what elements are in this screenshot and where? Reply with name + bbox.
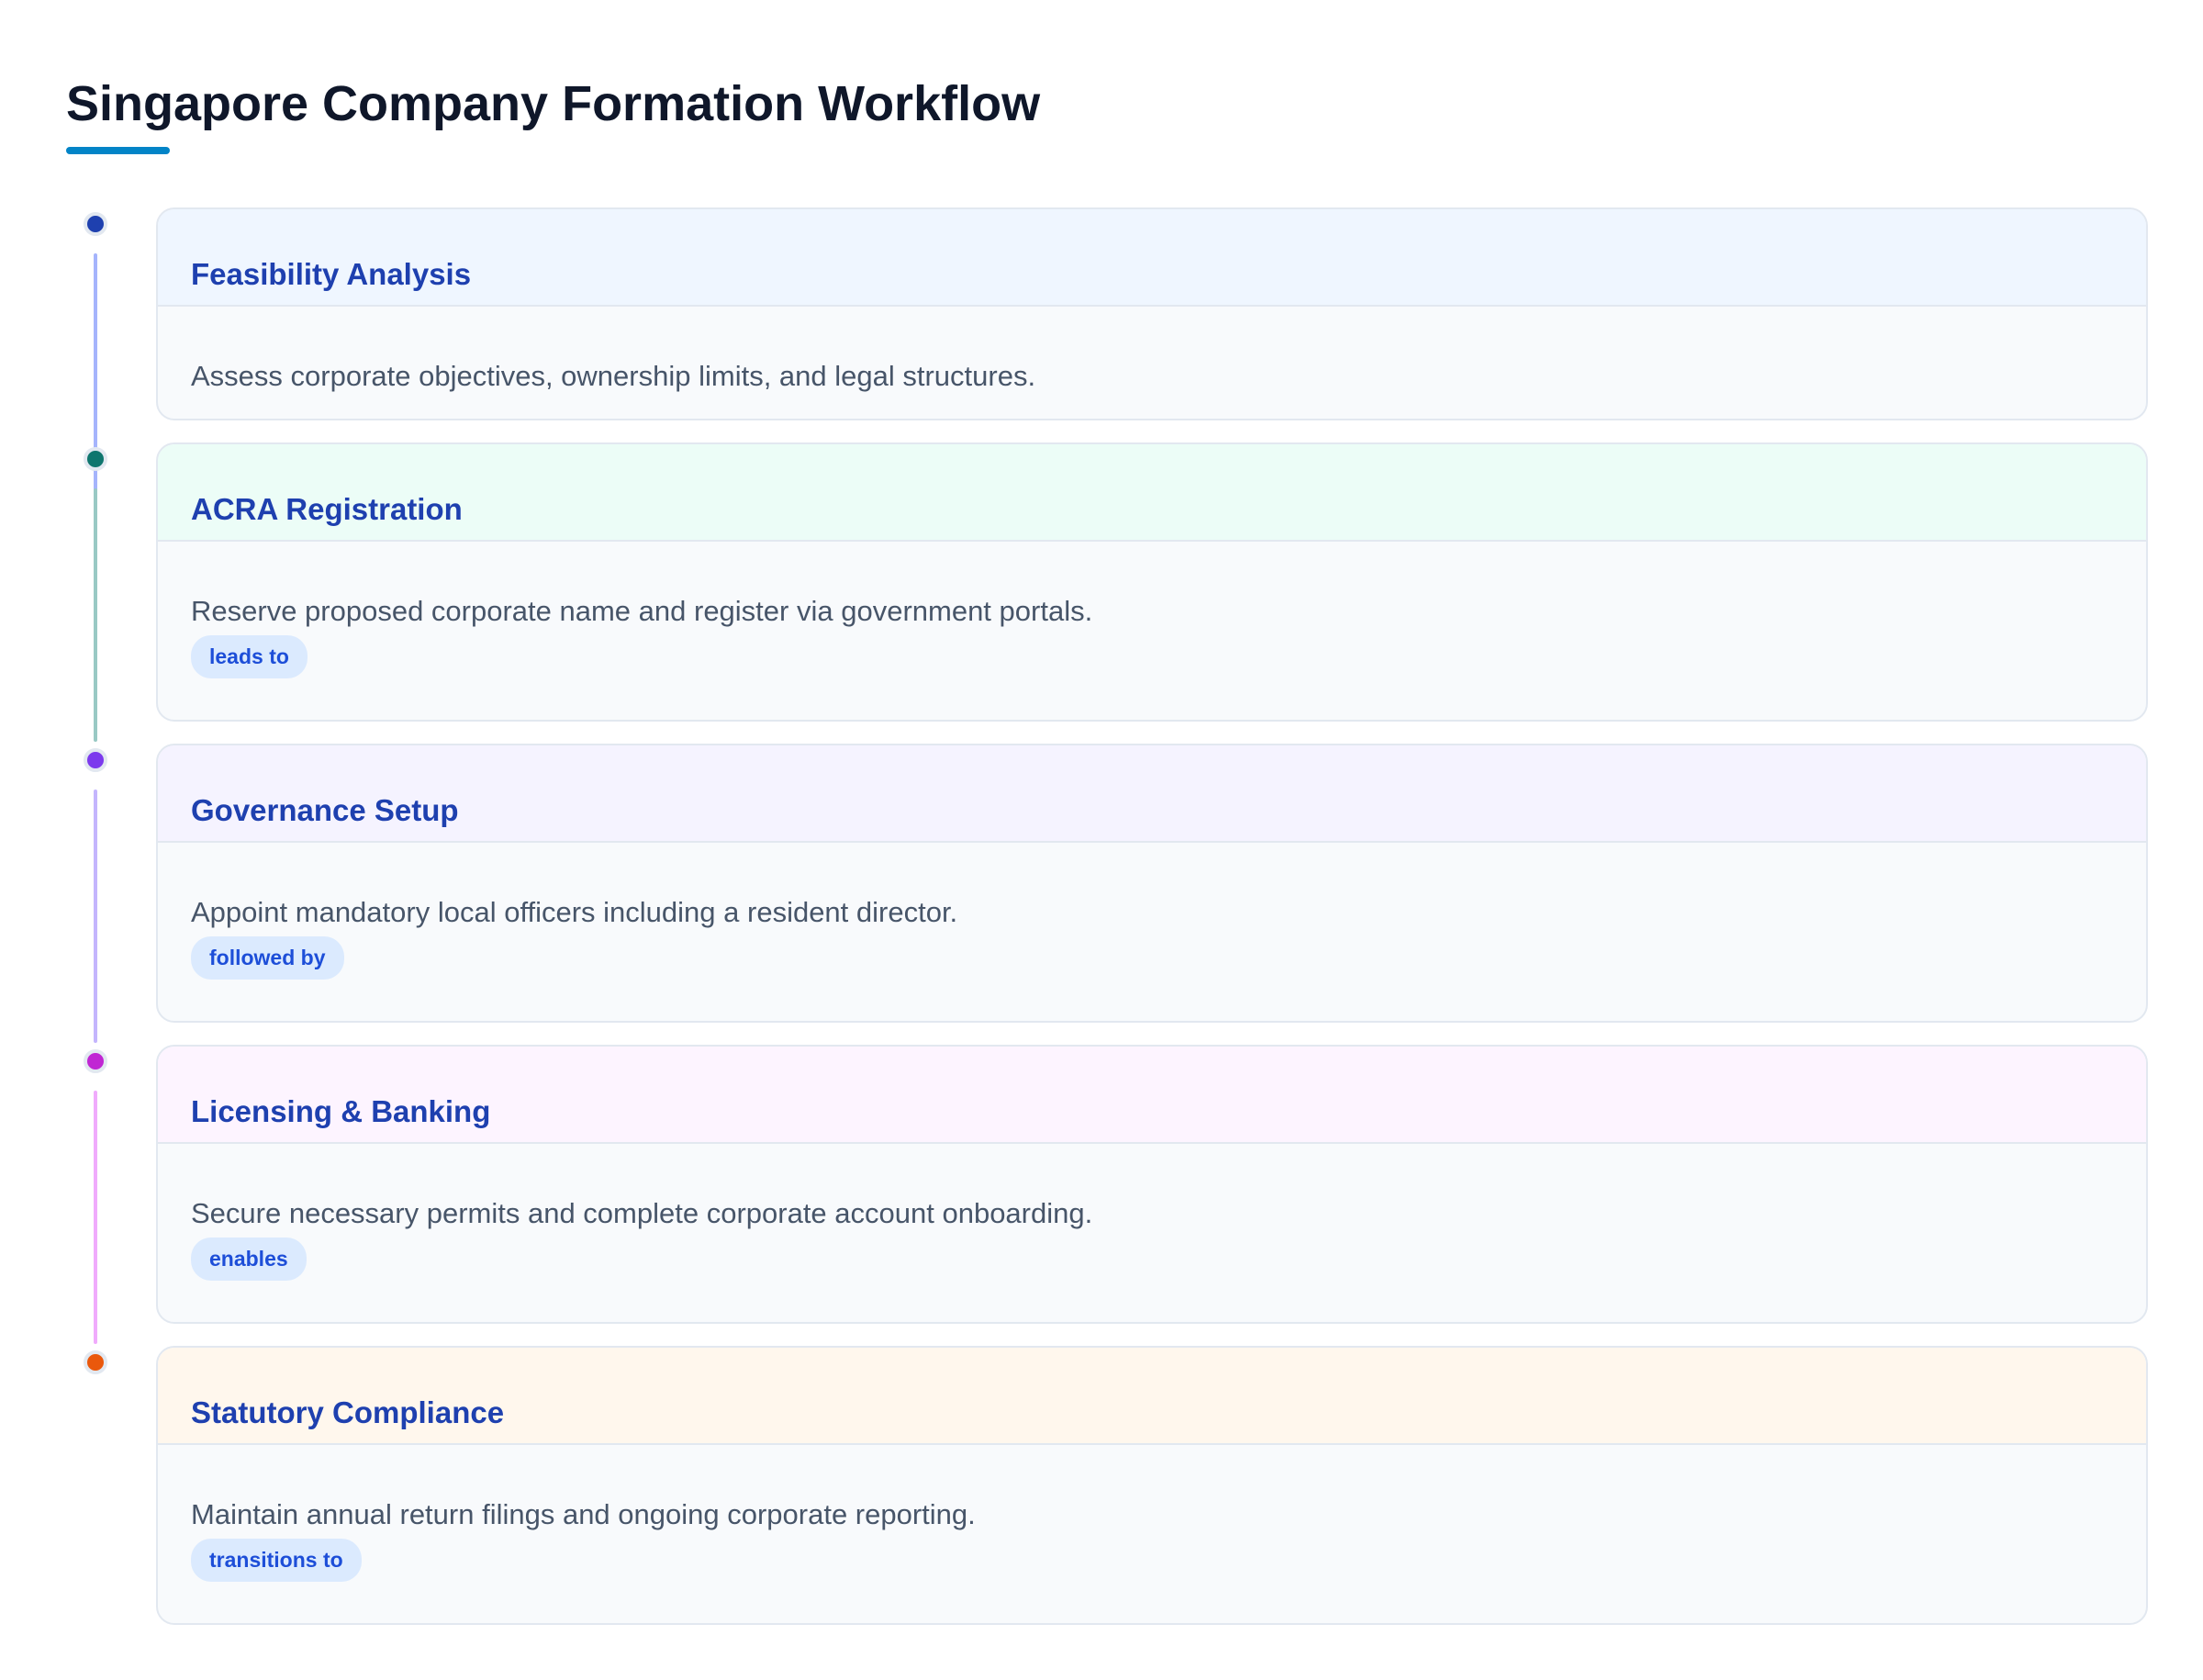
- step-dot: [84, 1049, 107, 1073]
- step-dot: [84, 748, 107, 772]
- step-card-body: Reserve proposed corporate name and regi…: [158, 542, 2146, 678]
- step-card: Statutory Compliance Maintain annual ret…: [156, 1346, 2148, 1625]
- step-card-header: ACRA Registration: [158, 444, 2146, 542]
- step-description: Secure necessary permits and complete co…: [191, 1197, 1093, 1229]
- step-card: Licensing & Banking Secure necessary per…: [156, 1045, 2148, 1324]
- step-description: Appoint mandatory local officers includi…: [191, 896, 958, 928]
- step-title: Governance Setup: [191, 793, 459, 827]
- step-title: Feasibility Analysis: [191, 257, 472, 291]
- step-card-body: Assess corporate objectives, ownership l…: [158, 307, 2146, 393]
- step-card-body: Maintain annual return filings and ongoi…: [158, 1445, 2146, 1582]
- step-title: Licensing & Banking: [191, 1094, 491, 1128]
- step-dot: [84, 1350, 107, 1374]
- step-description: Maintain annual return filings and ongoi…: [191, 1498, 976, 1530]
- workflow-page: Singapore Company Formation Workflow Fea…: [0, 0, 2203, 1680]
- workflow-steps: Feasibility Analysis Assess corporate ob…: [0, 0, 2203, 1680]
- relation-badge: transitions to: [191, 1539, 362, 1582]
- relation-badge: enables: [191, 1238, 307, 1281]
- step-card-header: Statutory Compliance: [158, 1348, 2146, 1445]
- step-dot: [84, 447, 107, 471]
- step-title: ACRA Registration: [191, 492, 463, 526]
- step-card-header: Governance Setup: [158, 745, 2146, 843]
- step-card-header: Licensing & Banking: [158, 1047, 2146, 1144]
- step-title: Statutory Compliance: [191, 1395, 505, 1429]
- step-card: ACRA Registration Reserve proposed corpo…: [156, 442, 2148, 722]
- step-connector-line: [94, 1091, 97, 1344]
- step-connector-line: [94, 488, 97, 742]
- step-card-body: Secure necessary permits and complete co…: [158, 1144, 2146, 1281]
- step-dot: [84, 212, 107, 236]
- step-card: Governance Setup Appoint mandatory local…: [156, 744, 2148, 1023]
- step-card-header: Feasibility Analysis: [158, 209, 2146, 307]
- step-connector-line: [94, 790, 97, 1043]
- relation-badge: followed by: [191, 936, 344, 980]
- step-card-body: Appoint mandatory local officers includi…: [158, 843, 2146, 980]
- relation-badge: leads to: [191, 635, 308, 678]
- step-card: Feasibility Analysis Assess corporate ob…: [156, 207, 2148, 420]
- step-description: Reserve proposed corporate name and regi…: [191, 595, 1093, 627]
- step-description: Assess corporate objectives, ownership l…: [191, 360, 1036, 392]
